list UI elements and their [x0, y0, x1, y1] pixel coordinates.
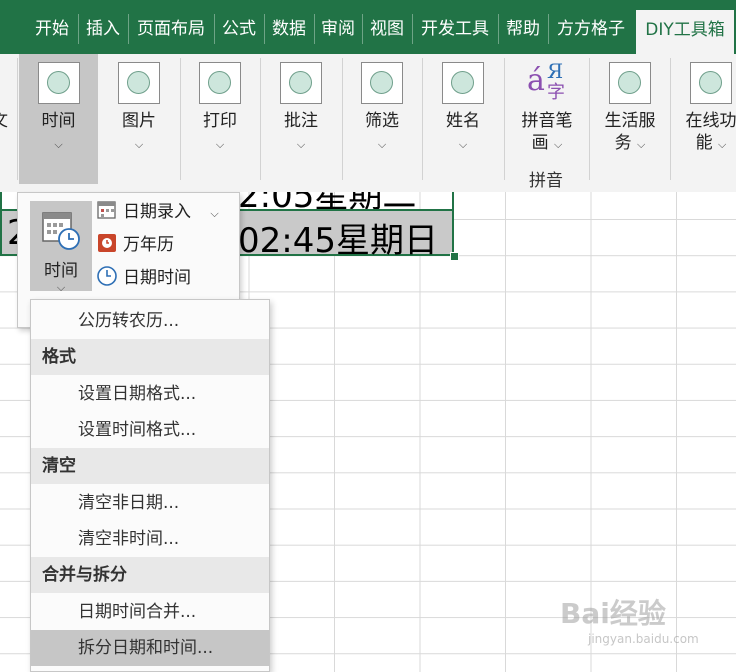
cell-value: 2:05星期二	[238, 192, 416, 210]
ribbon-button-cut-left[interactable]: 文	[0, 54, 8, 184]
menu-item-label: 日期录入	[123, 202, 191, 222]
watermark-logo: Bai经验	[560, 597, 666, 630]
chevron-down-icon: ⌵	[637, 138, 646, 151]
picture-icon	[118, 62, 160, 104]
time-big-button-label: 时间	[44, 261, 78, 281]
tab-data[interactable]: 数据	[264, 12, 314, 46]
tab-page-layout[interactable]: 页面布局	[128, 12, 214, 46]
ribbon-button-picture[interactable]: 图片 ⌵	[100, 54, 178, 184]
ribbon-button-label: 画	[531, 133, 549, 153]
chevron-down-icon: ⌵	[56, 281, 66, 294]
menu-item-clear-non-date[interactable]: 清空非日期...	[31, 485, 269, 521]
tab-review[interactable]: 审阅	[314, 12, 362, 46]
menu-item-date-time[interactable]: 日期时间	[96, 263, 191, 293]
submenu-section-header: 合并与拆分	[31, 557, 269, 593]
menu-item-perpetual-calendar[interactable]: 万年历	[96, 230, 174, 260]
menu-item-solar-to-lunar[interactable]: 公历转农历...	[31, 303, 269, 339]
ribbon-button-label: 筛选	[365, 111, 399, 131]
ribbon-button-name[interactable]: 姓名 ⌵	[423, 54, 503, 184]
ribbon-button-label: 生活服	[604, 111, 656, 131]
chevron-down-icon: ⌵	[554, 138, 563, 151]
print-icon	[199, 62, 241, 104]
name-icon	[442, 62, 484, 104]
pinyin-icon: áЯ字	[527, 59, 565, 103]
ribbon-button-filter[interactable]: 筛选 ⌵	[343, 54, 421, 184]
tab-developer[interactable]: 开发工具	[412, 12, 498, 46]
submenu-section-header: 格式	[31, 339, 269, 375]
tab-view[interactable]: 视图	[362, 12, 412, 46]
time-icon	[37, 62, 80, 104]
ribbon-button-label: 拼音笔	[521, 111, 573, 131]
ribbon-button-life-services[interactable]: 生活服务 ⌵	[590, 54, 670, 184]
ribbon-button-label: 在线功	[685, 111, 736, 131]
ribbon-button-label: 能	[695, 133, 713, 153]
watermark-url: jingyan.baidu.com	[588, 632, 699, 646]
tab-formulas[interactable]: 公式	[214, 12, 264, 46]
chevron-down-icon: ⌵	[377, 138, 387, 151]
menu-item-date-entry[interactable]: 日期录入 ⌵	[96, 197, 219, 227]
ribbon-button-label: 打印	[203, 111, 237, 131]
tab-fangfang-gezi[interactable]: 方方格子	[548, 12, 634, 46]
clock-icon	[97, 266, 117, 286]
life-services-icon	[609, 62, 651, 104]
ribbon-button-pinyin-strokes[interactable]: áЯ字 拼音笔画 ⌵	[507, 54, 587, 166]
chevron-down-icon: ⌵	[718, 138, 727, 151]
cell-value: 02:45星期日	[238, 221, 438, 261]
menu-item-split-date-time[interactable]: 拆分日期和时间...	[31, 630, 269, 666]
chevron-down-icon: ⌵	[210, 207, 219, 220]
menu-item-clear-non-time[interactable]: 清空非时间...	[31, 521, 269, 557]
calendar-icon	[97, 201, 116, 219]
filter-icon	[361, 62, 403, 104]
menu-item-set-date-format[interactable]: 设置日期格式...	[31, 376, 269, 412]
menu-item-set-time-format[interactable]: 设置时间格式...	[31, 412, 269, 448]
chevron-down-icon: ⌵	[215, 138, 225, 151]
ribbon-button-print[interactable]: 打印 ⌵	[181, 54, 259, 184]
tab-insert[interactable]: 插入	[78, 12, 128, 46]
chevron-down-icon: ⌵	[296, 138, 306, 151]
ribbon-button-label: 文	[0, 110, 8, 132]
menu-item-merge-date-time[interactable]: 日期时间合并...	[31, 594, 269, 630]
ribbon-button-time[interactable]: 时间 ⌵	[19, 54, 98, 184]
ribbon-button-label: 务	[614, 133, 632, 153]
ribbon-button-label: 图片	[122, 111, 156, 131]
ribbon-button-label: 时间	[41, 111, 76, 131]
ribbon-tab-bar: 开始 插入 页面布局 公式 数据 审阅 视图 开发工具 帮助 方方格子 DIY工…	[0, 0, 736, 54]
menu-item-label: 万年历	[123, 235, 174, 255]
ribbon-button-comment[interactable]: 批注 ⌵	[261, 54, 341, 184]
chevron-down-icon: ⌵	[458, 138, 468, 151]
online-features-icon	[690, 62, 732, 104]
chevron-down-icon: ⌵	[54, 138, 63, 151]
ribbon-button-label: 姓名	[446, 111, 480, 131]
time-big-button[interactable]: 时间 ⌵	[30, 201, 92, 294]
chevron-down-icon: ⌵	[134, 138, 144, 151]
menu-item-label: 日期时间	[123, 268, 191, 288]
ribbon-button-online-features[interactable]: 在线功能 ⌵	[672, 54, 736, 184]
tab-diy-toolbox[interactable]: DIY工具箱	[636, 10, 734, 54]
fill-handle[interactable]	[450, 252, 459, 261]
date-submenu: 公历转农历... 格式 设置日期格式... 设置时间格式... 清空 清空非日期…	[30, 299, 270, 672]
ribbon-panel: 文 时间 ⌵ 图片 ⌵ 打印 ⌵ 批注 ⌵ 筛选 ⌵ 姓名 ⌵ áЯ字 拼音笔画 ⌵ 拼音	[0, 54, 736, 193]
ribbon-button-label: 批注	[284, 111, 318, 131]
calendar-clock-icon	[42, 212, 80, 250]
ribbon-group-label: 拼音	[529, 171, 563, 191]
comment-icon	[280, 62, 322, 104]
tab-help[interactable]: 帮助	[498, 12, 548, 46]
submenu-section-header: 清空	[31, 448, 269, 484]
tab-home[interactable]: 开始	[26, 12, 78, 46]
perpetual-calendar-icon	[98, 234, 116, 252]
